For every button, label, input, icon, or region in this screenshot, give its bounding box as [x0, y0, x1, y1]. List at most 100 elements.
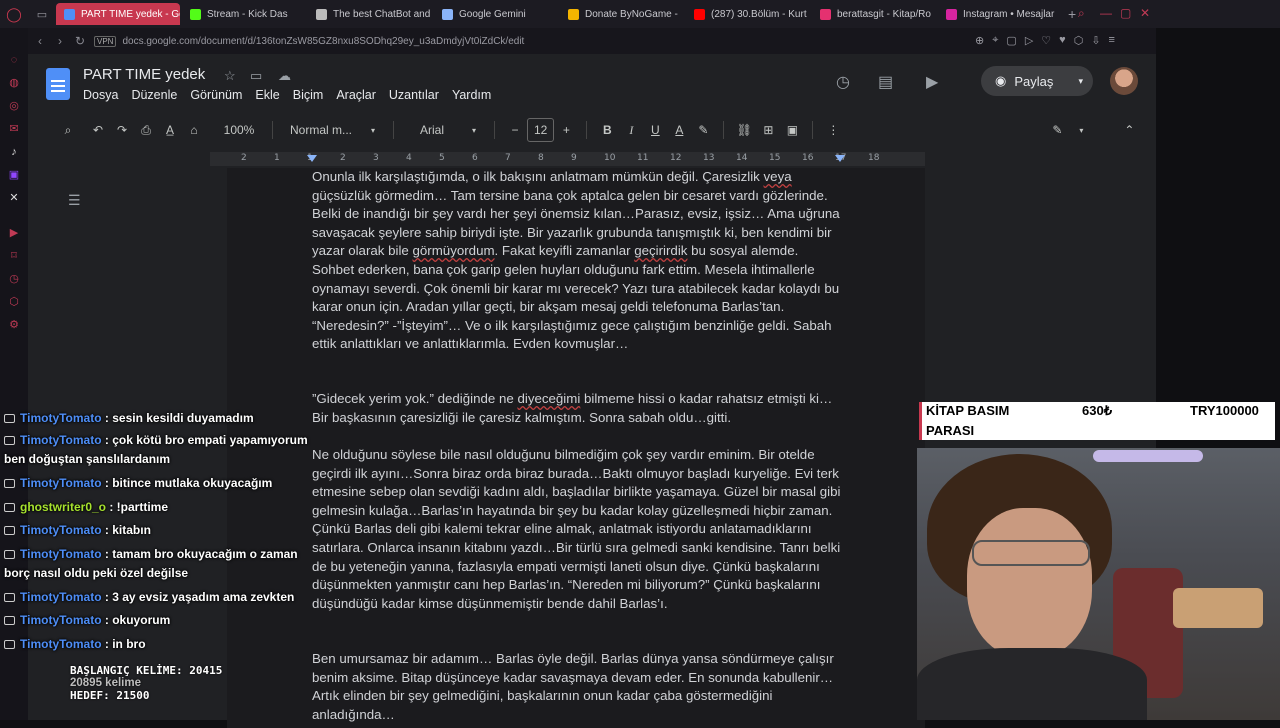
current-word-count: 20895 kelime: [70, 677, 141, 689]
sidebar-twitch-icon[interactable]: ▣: [0, 163, 28, 186]
pin-icon[interactable]: ⌖: [992, 34, 998, 47]
sidebar-x-icon[interactable]: ✕: [0, 186, 28, 209]
ruler-number: 3: [373, 153, 379, 163]
comment-icon[interactable]: ⊞: [756, 118, 780, 142]
browser-tab[interactable]: Stream - Kick Das: [182, 3, 306, 25]
menu-item[interactable]: Düzenle: [131, 88, 177, 102]
chevron-down-icon: ▾: [471, 125, 476, 135]
font-size-input[interactable]: 12: [527, 118, 555, 142]
increase-font-icon[interactable]: +: [554, 118, 578, 142]
close-icon[interactable]: ✕: [1140, 6, 1150, 20]
bold-icon[interactable]: B: [595, 118, 619, 142]
menu-item[interactable]: Biçim: [293, 88, 324, 102]
globe-icon: ◉: [995, 73, 1007, 88]
document-page[interactable]: Onunla ilk karşılaştığımda, o ilk bakışı…: [227, 168, 925, 728]
right-indent-marker-icon[interactable]: [835, 155, 845, 162]
browser-tab[interactable]: (287) 30.Bölüm - Kurt: [686, 3, 810, 25]
chat-username: TimotyTomato: [20, 547, 102, 561]
browser-tab[interactable]: Google Gemini: [434, 3, 558, 25]
menu-item[interactable]: Ekle: [255, 88, 279, 102]
comments-icon[interactable]: ▤: [878, 72, 893, 92]
goal-amount: 630₺: [1082, 403, 1112, 418]
paint-format-icon[interactable]: ⌂: [182, 118, 206, 142]
document-title[interactable]: PART TIME yedek: [83, 66, 205, 83]
menu-item[interactable]: Yardım: [452, 88, 491, 102]
extensions-icon[interactable]: ⬡: [1074, 34, 1084, 47]
browser-tab[interactable]: berattasgit - Kitap/Ro: [812, 3, 936, 25]
back-icon[interactable]: ‹: [30, 34, 50, 48]
browser-tab[interactable]: PART TIME yedek - Goog: [56, 3, 180, 25]
tab-favicon-icon: [190, 8, 201, 20]
link-icon[interactable]: ⛓: [732, 118, 756, 142]
search-icon[interactable]: ⌕: [1078, 6, 1085, 21]
maximize-icon[interactable]: ▢: [1120, 6, 1131, 20]
undo-icon[interactable]: ↶: [86, 118, 110, 142]
tab-label: (287) 30.Bölüm - Kurt: [711, 8, 807, 20]
decrease-font-icon[interactable]: −: [503, 118, 527, 142]
sidebar-ai-icon[interactable]: ◌: [0, 48, 28, 71]
history-icon[interactable]: ◷: [836, 72, 850, 92]
sidebar-history-icon[interactable]: ◷: [0, 267, 28, 290]
move-folder-icon[interactable]: ▭: [250, 68, 262, 84]
menu-icon[interactable]: ≡: [1109, 34, 1115, 47]
meet-icon[interactable]: ▶: [926, 72, 938, 92]
browser-tab[interactable]: Instagram • Mesajlar: [938, 3, 1062, 25]
tab-favicon-icon: [946, 8, 957, 20]
vpn-badge[interactable]: VPN: [94, 35, 117, 47]
forward-icon[interactable]: ›: [50, 34, 70, 48]
browser-tab[interactable]: The best ChatBot and: [308, 3, 432, 25]
menu-item[interactable]: Dosya: [83, 88, 118, 102]
sidebar-extensions-icon[interactable]: ⬡: [0, 290, 28, 313]
sidebar-whatsapp-icon[interactable]: ◎: [0, 94, 28, 117]
chat-message: TimotyTomato : bitince mutlaka okuyacağı…: [4, 474, 316, 493]
menu-item[interactable]: Görünüm: [190, 88, 242, 102]
zoom-select[interactable]: 100%: [214, 118, 264, 142]
highlight-icon[interactable]: ✎: [691, 118, 715, 142]
snapshot-icon[interactable]: ▢: [1006, 34, 1016, 47]
menu-item[interactable]: Uzantılar: [389, 88, 439, 102]
avatar[interactable]: [1110, 67, 1138, 95]
bookmark-icon[interactable]: ♡: [1041, 34, 1051, 47]
text-color-icon[interactable]: A: [667, 118, 691, 142]
sidebar-settings-icon[interactable]: ⚙: [0, 313, 28, 336]
redo-icon[interactable]: ↷: [110, 118, 134, 142]
tab-switcher-icon[interactable]: ▭: [28, 8, 56, 21]
zoom-icon[interactable]: ⊕: [975, 34, 984, 47]
ruler-number: 2: [241, 153, 247, 163]
style-select[interactable]: Normal m...: [281, 118, 361, 142]
sidebar-tiktok-icon[interactable]: ♪: [0, 140, 28, 163]
italic-icon[interactable]: I: [619, 118, 643, 142]
star-icon[interactable]: ☆: [224, 68, 236, 84]
sidebar-player-icon[interactable]: ▶: [0, 221, 28, 244]
text-run: ”Gidecek yerim yok.” dediğinde ne: [312, 391, 518, 406]
collapse-icon[interactable]: ⌃: [1117, 118, 1141, 142]
sidebar-mail-icon[interactable]: ✉: [0, 117, 28, 140]
font-select[interactable]: Arial: [402, 118, 462, 142]
new-tab-button[interactable]: +: [1068, 6, 1076, 22]
heart-icon[interactable]: ♥: [1059, 34, 1066, 47]
play-icon[interactable]: ▷: [1025, 34, 1033, 47]
menu-item[interactable]: Araçlar: [336, 88, 376, 102]
misspelled-word: veya: [763, 169, 792, 184]
reload-icon[interactable]: ↻: [70, 34, 90, 48]
image-icon[interactable]: ▣: [780, 118, 804, 142]
chat-username: TimotyTomato: [20, 433, 102, 447]
more-icon[interactable]: ⋮: [821, 118, 845, 142]
cloud-status-icon[interactable]: ☁: [278, 68, 291, 84]
underline-icon[interactable]: U: [643, 118, 667, 142]
docs-logo-icon[interactable]: [46, 68, 70, 100]
minimize-icon[interactable]: —: [1100, 6, 1112, 20]
share-button[interactable]: ◉ Paylaş ▾: [981, 66, 1093, 96]
edit-mode-icon[interactable]: ✎: [1045, 118, 1069, 142]
url-field[interactable]: docs.google.com/document/d/136tonZsW85GZ…: [122, 36, 524, 47]
search-menus-icon[interactable]: ⌕: [56, 118, 80, 142]
sidebar-bookmarks-icon[interactable]: ⌑: [0, 244, 28, 267]
spellcheck-icon[interactable]: A̲: [158, 118, 182, 142]
indent-marker-icon[interactable]: [307, 155, 317, 162]
sidebar-messenger-icon[interactable]: ◍: [0, 71, 28, 94]
browser-logo-icon[interactable]: ◯: [0, 6, 28, 23]
browser-tab[interactable]: Donate ByNoGame -: [560, 3, 684, 25]
outline-icon[interactable]: ☰: [68, 192, 81, 209]
download-icon[interactable]: ⇩: [1091, 34, 1100, 47]
print-icon[interactable]: ⎙: [134, 118, 158, 142]
